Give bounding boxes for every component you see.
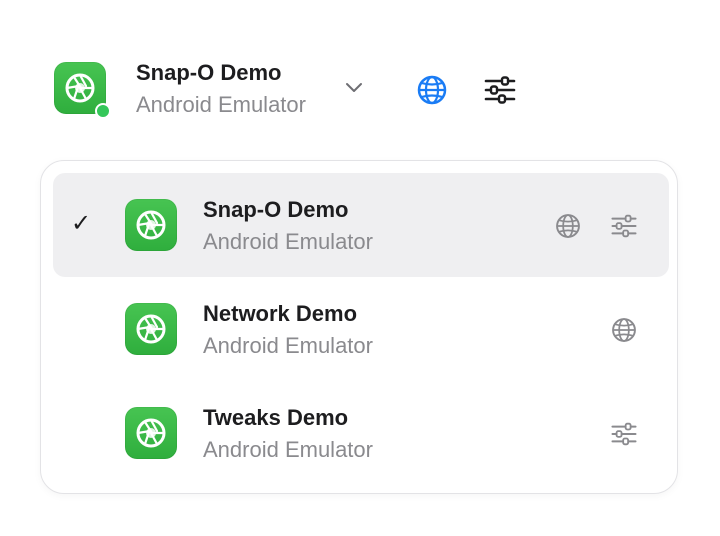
menu-item-subtitle: Android Emulator	[203, 229, 373, 254]
sliders-icon[interactable]	[609, 211, 639, 241]
network-globe-button[interactable]	[414, 72, 450, 108]
menu-item-snap-o-demo[interactable]: ✓ Snap-O Demo Android Emulator	[53, 173, 669, 277]
app-dropdown-menu: ✓ Snap-O Demo Android Emulator Network D…	[40, 160, 678, 494]
globe-icon	[417, 75, 447, 105]
shutter-icon	[136, 314, 166, 344]
app-icon	[125, 303, 177, 355]
menu-item-subtitle: Android Emulator	[203, 333, 373, 358]
header-title: Snap-O Demo	[136, 60, 282, 85]
shutter-icon	[65, 73, 95, 103]
menu-item-network-demo[interactable]: Network Demo Android Emulator	[53, 277, 669, 381]
tweaks-sliders-button[interactable]	[482, 72, 518, 108]
shutter-icon	[136, 418, 166, 448]
globe-icon[interactable]	[553, 211, 583, 241]
shutter-icon	[136, 210, 166, 240]
chevron-down-icon[interactable]	[344, 78, 364, 98]
sliders-icon	[484, 76, 516, 104]
menu-item-subtitle: Android Emulator	[203, 437, 373, 462]
checkmark-icon: ✓	[71, 210, 92, 237]
header-subtitle: Android Emulator	[136, 92, 306, 117]
menu-item-title: Network Demo	[203, 301, 358, 326]
menu-item-title: Tweaks Demo	[203, 405, 349, 430]
status-dot	[95, 103, 111, 119]
app-icon	[125, 199, 177, 251]
app-icon	[125, 407, 177, 459]
globe-icon[interactable]	[609, 315, 639, 345]
menu-item-tweaks-demo[interactable]: Tweaks Demo Android Emulator	[53, 381, 669, 485]
sliders-icon[interactable]	[609, 419, 639, 449]
menu-item-title: Snap-O Demo	[203, 197, 349, 222]
